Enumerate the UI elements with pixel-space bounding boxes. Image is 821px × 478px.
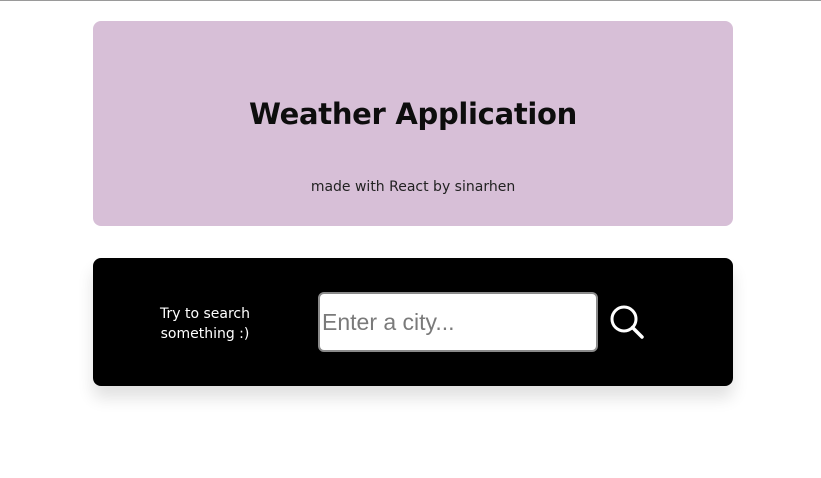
search-hint-line: something :) (160, 326, 250, 342)
search-button[interactable] (605, 300, 649, 344)
city-search-input[interactable] (318, 292, 598, 352)
search-panel: Try to search something :) (93, 258, 733, 386)
search-icon (610, 305, 644, 339)
page-subtitle: made with React by sinarhen (310, 179, 516, 195)
page-title: Weather Application (248, 97, 578, 131)
search-hint-line: Try to search (160, 306, 250, 322)
header-card: Weather Application made with React by s… (93, 21, 733, 226)
top-divider (0, 0, 821, 1)
search-hint: Try to search something :) (145, 304, 265, 344)
